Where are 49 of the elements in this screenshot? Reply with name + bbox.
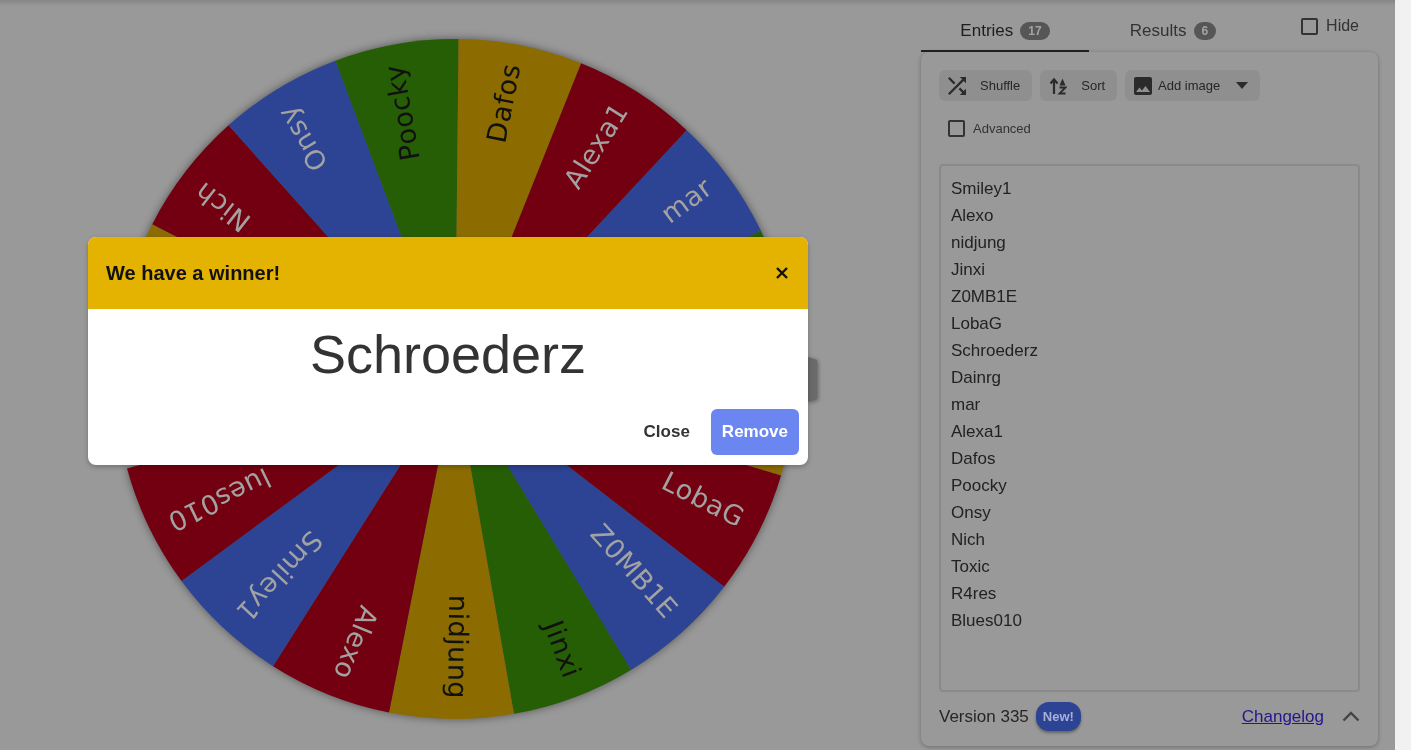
count-badge: 17 xyxy=(1020,22,1050,40)
wheel-label: nidjung xyxy=(442,594,475,700)
entry-line: Dainrg xyxy=(951,366,1003,389)
entries-field[interactable]: Smiley1 Alexo nidjung Jinxi Z0MB1E LobaG Schroederz Dainrg mar Alexa1 Dafos Poocky Onsy Nich Toxic R4res Blues010 xyxy=(939,163,1360,692)
checkbox[interactable] xyxy=(1301,17,1319,35)
dialog-button[interactable]: Remove xyxy=(710,409,799,455)
sort-icon xyxy=(1049,76,1068,95)
checkbox[interactable] xyxy=(948,120,965,138)
checkbox-label[interactable]: Hide xyxy=(1326,14,1359,38)
close-button[interactable] xyxy=(776,267,788,279)
entry-line: Schroederz xyxy=(951,339,1039,362)
shuffle-icon xyxy=(948,76,966,95)
entry-line: Blues010 xyxy=(951,609,1023,632)
wheel-label: Dafos xyxy=(480,60,527,146)
chevron-up-icon xyxy=(1342,710,1360,722)
entry-line: Z0MB1E xyxy=(951,285,1019,308)
entry-line: Smiley1 xyxy=(951,177,1013,200)
winner-name: Schroederz xyxy=(308,323,588,386)
entry-line: Alexo xyxy=(951,204,995,227)
changelog-link[interactable]: Changelog xyxy=(1241,703,1324,730)
entry-line: Toxic xyxy=(951,555,991,578)
entry-line: Nich xyxy=(951,528,986,551)
count-badge: 6 xyxy=(1193,22,1217,40)
entry-line: R4res xyxy=(951,582,998,605)
image-icon xyxy=(1134,76,1153,95)
entry-line: nidjung xyxy=(951,231,1007,254)
entry-line: Onsy xyxy=(951,501,992,524)
entry-line: Alexa1 xyxy=(951,420,1004,443)
wheel-label: Poocky xyxy=(378,62,426,163)
wheel-pointer xyxy=(808,357,817,402)
sort-button[interactable]: Sort xyxy=(1040,70,1118,101)
new-badge: New! xyxy=(1035,701,1081,732)
dialog-title: We have a winner! xyxy=(106,261,281,285)
wheel-label: Jinxi xyxy=(538,616,588,682)
tab[interactable]: Results 6 xyxy=(1089,0,1257,52)
entry-line: Poocky xyxy=(951,474,1008,497)
entry-line: mar xyxy=(951,393,982,416)
collapse-button[interactable] xyxy=(1342,710,1360,723)
version-text: Version 335 xyxy=(939,705,1029,728)
dialog-button[interactable]: Close xyxy=(632,409,701,455)
shuffle-button[interactable]: Shuffle xyxy=(939,70,1033,101)
add-image-button[interactable]: Add image xyxy=(1125,70,1261,101)
checkbox-label[interactable]: Advanced xyxy=(973,119,1031,139)
entry-line: Dafos xyxy=(951,447,997,470)
close-icon xyxy=(776,267,788,279)
wheel-label: Alexo xyxy=(327,601,385,685)
entry-line: Jinxi xyxy=(951,258,986,281)
wheel-label: mar xyxy=(655,171,718,230)
entry-line: LobaG xyxy=(951,312,1004,335)
